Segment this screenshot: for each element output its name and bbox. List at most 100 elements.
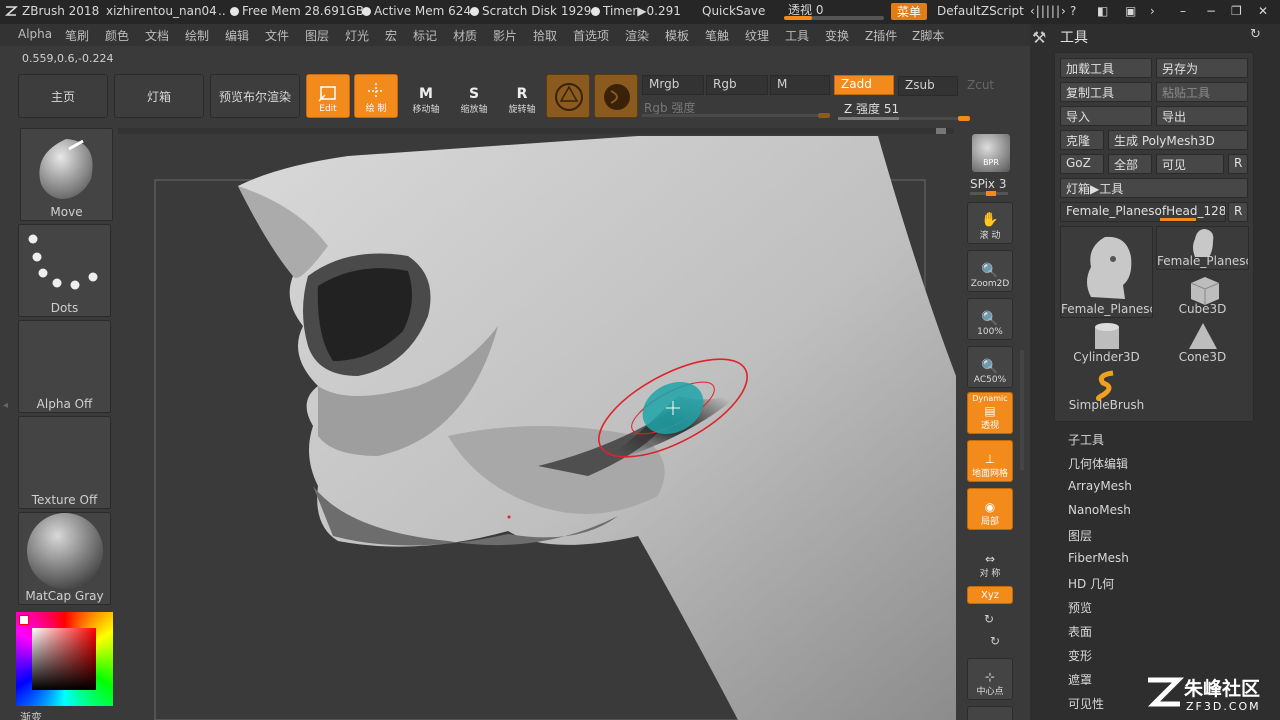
menu-item-12[interactable]: 影片 bbox=[493, 27, 517, 44]
color-picker[interactable] bbox=[16, 612, 113, 706]
goz-r-button[interactable]: R bbox=[1228, 154, 1248, 174]
canvas-horizontal-scrollbar[interactable] bbox=[118, 128, 954, 134]
menu-item-15[interactable]: 渲染 bbox=[625, 27, 649, 44]
tool-thumb-cube3d[interactable]: Cube3D bbox=[1156, 272, 1249, 318]
quicksave-button[interactable]: QuickSave bbox=[702, 4, 765, 18]
next-shelf-button-icon[interactable] bbox=[967, 706, 1013, 720]
texture-selector[interactable]: Texture Off bbox=[18, 416, 111, 509]
menu-item-0[interactable]: Alpha bbox=[18, 27, 52, 41]
sphere-icon[interactable] bbox=[546, 74, 590, 118]
m-button[interactable]: M bbox=[770, 75, 830, 95]
rgb-intensity-slider[interactable] bbox=[642, 113, 830, 118]
menu-toggle-button[interactable]: 菜单 bbox=[891, 3, 928, 20]
bpr-button[interactable]: BPR bbox=[972, 134, 1010, 172]
rotate-gizmo-button[interactable]: R 旋转轴 bbox=[500, 74, 544, 118]
zcut-button[interactable]: Zcut bbox=[960, 76, 1014, 96]
subpalette-item-2[interactable]: ArrayMesh bbox=[1068, 479, 1132, 493]
menu-item-21[interactable]: Z插件 bbox=[865, 27, 897, 44]
menu-item-3[interactable]: 文档 bbox=[145, 27, 169, 44]
xyz-rotate-button[interactable]: Xyz bbox=[967, 586, 1013, 604]
lightbox-button[interactable]: 灯箱 bbox=[114, 74, 204, 118]
right-tray-handle[interactable] bbox=[1020, 350, 1024, 470]
tool-thumb-female-head-small[interactable]: Female_Planesc bbox=[1156, 226, 1249, 270]
zoom2d-button[interactable]: 🔍 Zoom2D bbox=[967, 250, 1013, 292]
scale-gizmo-button[interactable]: S 缩放轴 bbox=[452, 74, 496, 118]
mrgb-button[interactable]: Mrgb bbox=[642, 75, 704, 95]
layout-icon[interactable]: ◧ bbox=[1097, 4, 1108, 18]
edit-button[interactable]: Edit bbox=[306, 74, 350, 118]
maximize-icon[interactable]: ❐ bbox=[1231, 4, 1242, 18]
document-canvas[interactable] bbox=[118, 136, 956, 720]
menu-item-9[interactable]: 宏 bbox=[385, 27, 397, 44]
tool-thumb-simplebrush[interactable]: SimpleBrush bbox=[1060, 368, 1153, 414]
menu-item-6[interactable]: 文件 bbox=[265, 27, 289, 44]
scrollbar-thumb[interactable] bbox=[936, 128, 946, 134]
sculpt-head-model[interactable] bbox=[118, 136, 956, 720]
spix-slider[interactable] bbox=[970, 191, 1008, 196]
paste-tool-button[interactable]: 粘贴工具 bbox=[1156, 82, 1248, 102]
current-tool-name[interactable]: Female_PlanesofHead_128. bbox=[1060, 202, 1226, 222]
menu-item-18[interactable]: 纹理 bbox=[745, 27, 769, 44]
minimize-icon[interactable]: – bbox=[1180, 4, 1186, 18]
subpalette-item-11[interactable]: 可见性 bbox=[1068, 695, 1104, 712]
rgb-sphere-icon[interactable] bbox=[594, 74, 638, 118]
palette-icon[interactable]: ▣ bbox=[1125, 4, 1136, 18]
menu-item-14[interactable]: 首选项 bbox=[573, 27, 609, 44]
subpalette-item-3[interactable]: NanoMesh bbox=[1068, 503, 1131, 517]
menu-item-22[interactable]: Z脚本 bbox=[912, 27, 944, 44]
menu-item-4[interactable]: 绘制 bbox=[185, 27, 209, 44]
goz-all-button[interactable]: 全部 bbox=[1108, 154, 1152, 174]
bpr-render-button[interactable]: 预览布尔渲染 bbox=[210, 74, 300, 118]
tool-r-button[interactable]: R bbox=[1228, 202, 1248, 222]
subpalette-item-4[interactable]: 图层 bbox=[1068, 527, 1092, 544]
menu-item-8[interactable]: 灯光 bbox=[345, 27, 369, 44]
material-selector[interactable]: MatCap Gray bbox=[18, 512, 111, 605]
draw-button[interactable]: 绘 制 bbox=[354, 74, 398, 118]
move-gizmo-button[interactable]: M 移动轴 bbox=[404, 74, 448, 118]
perspective-button[interactable]: Dynamic ▤ 透视 bbox=[967, 392, 1013, 434]
symmetry-button[interactable]: ⇔ 对 称 bbox=[967, 542, 1013, 582]
actual-size-button[interactable]: 🔍 100% bbox=[967, 298, 1013, 340]
zsub-button[interactable]: Zsub bbox=[898, 76, 958, 96]
alpha-selector[interactable]: Alpha Off bbox=[18, 320, 111, 413]
color-saturation-square[interactable] bbox=[32, 628, 96, 690]
spix-label[interactable]: SPix 3 bbox=[970, 177, 1006, 191]
copy-tool-button[interactable]: 复制工具 bbox=[1060, 82, 1152, 102]
goz-visible-button[interactable]: 可见 bbox=[1156, 154, 1224, 174]
load-tool-button[interactable]: 加载工具 bbox=[1060, 58, 1152, 78]
export-button[interactable]: 导出 bbox=[1156, 106, 1248, 126]
y-rotate-icon[interactable]: ↻ bbox=[984, 612, 994, 626]
subpalette-item-8[interactable]: 表面 bbox=[1068, 623, 1092, 640]
help-icon[interactable]: ? bbox=[1070, 4, 1076, 18]
subpalette-item-10[interactable]: 遮罩 bbox=[1068, 671, 1092, 688]
menu-item-17[interactable]: 笔触 bbox=[705, 27, 729, 44]
local-transform-button[interactable]: ◉ 局部 bbox=[967, 488, 1013, 530]
brush-selector[interactable]: Move bbox=[20, 128, 113, 221]
default-zscript-button[interactable]: DefaultZScript bbox=[937, 4, 1024, 18]
menu-item-16[interactable]: 模板 bbox=[665, 27, 689, 44]
subpalette-item-1[interactable]: 几何体编辑 bbox=[1068, 455, 1128, 472]
subpalette-item-6[interactable]: HD 几何 bbox=[1068, 575, 1114, 592]
center-point-button[interactable]: ⊹ 中心点 bbox=[967, 658, 1013, 700]
tool-thumb-cylinder3d[interactable]: Cylinder3D bbox=[1060, 320, 1153, 366]
menu-item-2[interactable]: 颜色 bbox=[105, 27, 129, 44]
lightbox-tools-button[interactable]: 灯箱▶工具 bbox=[1060, 178, 1248, 198]
current-tool-slider[interactable] bbox=[1160, 218, 1196, 221]
main-color-swatch[interactable] bbox=[19, 615, 29, 625]
z-intensity-slider[interactable] bbox=[838, 116, 970, 121]
make-polymesh-button[interactable]: 生成 PolyMesh3D bbox=[1108, 130, 1248, 150]
half-size-button[interactable]: 🔍 AC50% bbox=[967, 346, 1013, 388]
menu-item-10[interactable]: 标记 bbox=[413, 27, 437, 44]
tool-thumb-cone3d[interactable]: Cone3D bbox=[1156, 320, 1249, 366]
subpalette-item-7[interactable]: 预览 bbox=[1068, 599, 1092, 616]
menu-item-11[interactable]: 材质 bbox=[453, 27, 477, 44]
z-rotate-icon[interactable]: ↻ bbox=[990, 634, 1000, 648]
home-button[interactable]: 主页 bbox=[18, 74, 108, 118]
perspective-slider-track[interactable] bbox=[784, 16, 884, 20]
menu-arrows-icon[interactable]: › bbox=[1150, 4, 1155, 18]
rgb-button[interactable]: Rgb bbox=[706, 75, 768, 95]
menu-item-5[interactable]: 编辑 bbox=[225, 27, 249, 44]
title-arrows-icon[interactable]: ‹|||||› bbox=[1030, 4, 1067, 18]
clone-button[interactable]: 克隆 bbox=[1060, 130, 1104, 150]
left-tray-handle-icon[interactable]: ◂ bbox=[3, 400, 9, 414]
